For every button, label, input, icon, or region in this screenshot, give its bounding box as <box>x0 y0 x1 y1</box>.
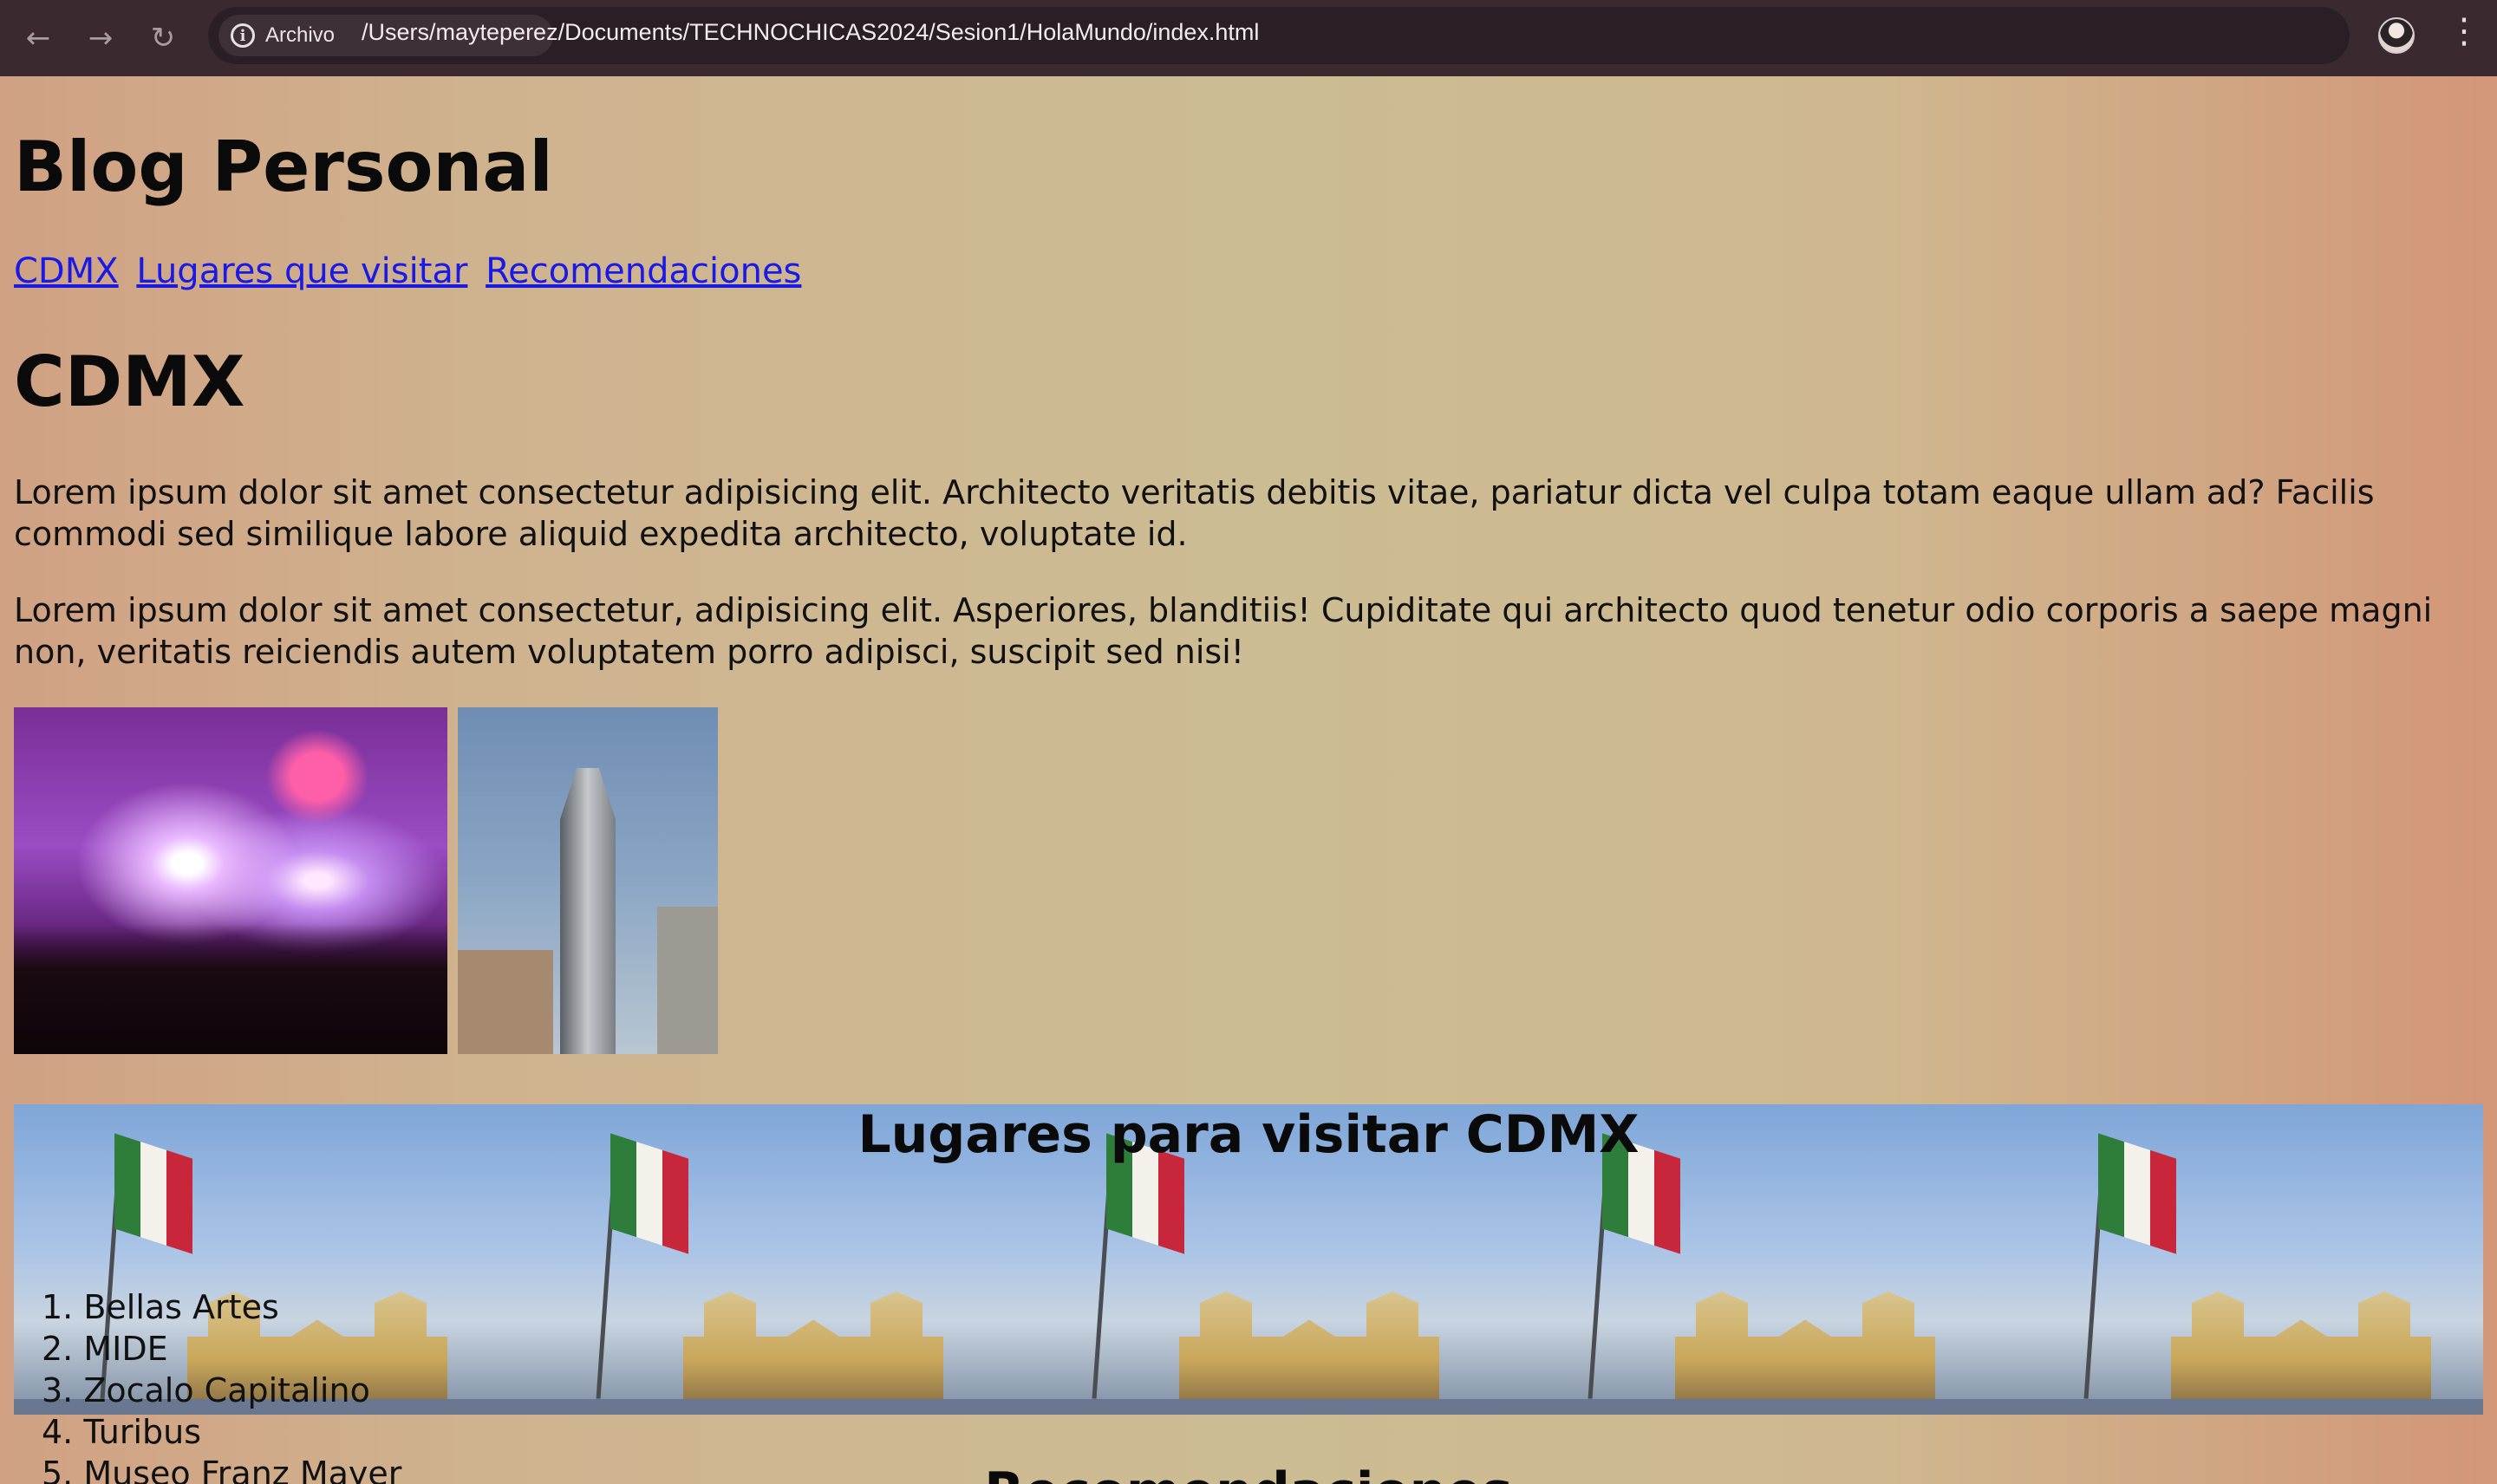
reload-icon[interactable]: ↻ <box>142 17 184 59</box>
list-item: 2. MIDE <box>42 1330 168 1368</box>
building-right <box>657 907 718 1054</box>
page-content: Blog Personal CDMX Lugares que visitar R… <box>0 76 2497 1484</box>
avatar[interactable] <box>2378 17 2415 54</box>
places-list: 1. Bellas Artes 2. MIDE 3. Zocalo Capita… <box>42 1286 401 1484</box>
torre-latinoamericana-photo <box>458 707 718 1054</box>
nav-link-recomendaciones[interactable]: Recomendaciones <box>486 251 801 291</box>
page-nav: CDMX Lugares que visitar Recomendaciones <box>14 251 808 291</box>
forward-icon[interactable]: → <box>80 17 121 59</box>
places-title: Lugares para visitar CDMX <box>857 1104 1640 1165</box>
crowd-silhouette <box>14 924 447 1054</box>
building-left <box>458 950 553 1054</box>
site-info-label: Archivo <box>265 23 336 47</box>
browser-toolbar: ← → ↻ i Archivo /Users/mayteperez/Docume… <box>0 0 2497 76</box>
nav-link-cdmx[interactable]: CDMX <box>14 251 119 291</box>
address-bar[interactable]: i Archivo /Users/mayteperez/Documents/TE… <box>208 7 2350 64</box>
list-item: 4. Turibus <box>42 1413 202 1451</box>
list-item: 3. Zocalo Capitalino <box>42 1371 370 1409</box>
page-title: Blog Personal <box>14 127 553 207</box>
back-icon[interactable]: ← <box>17 17 59 59</box>
paragraph-2: Lorem ipsum dolor sit amet consectetur, … <box>14 591 2433 671</box>
recommendations-title: Recomendaciones <box>0 1461 2497 1484</box>
tower-shape <box>560 768 616 1054</box>
menu-icon[interactable]: ⋮ <box>2447 14 2481 49</box>
places-section: Lugares para visitar CDMX 1. Bellas Arte… <box>14 1104 2483 1484</box>
section-title-cdmx: CDMX <box>14 342 245 422</box>
fireworks-photo <box>14 707 447 1054</box>
nav-link-lugares[interactable]: Lugares que visitar <box>136 251 467 291</box>
paragraph-1: Lorem ipsum dolor sit amet consectetur a… <box>14 473 2375 553</box>
info-icon: i <box>231 23 255 48</box>
list-item: 1. Bellas Artes <box>42 1288 279 1326</box>
url-text[interactable]: /Users/mayteperez/Documents/TECHNOCHICAS… <box>362 19 1259 46</box>
